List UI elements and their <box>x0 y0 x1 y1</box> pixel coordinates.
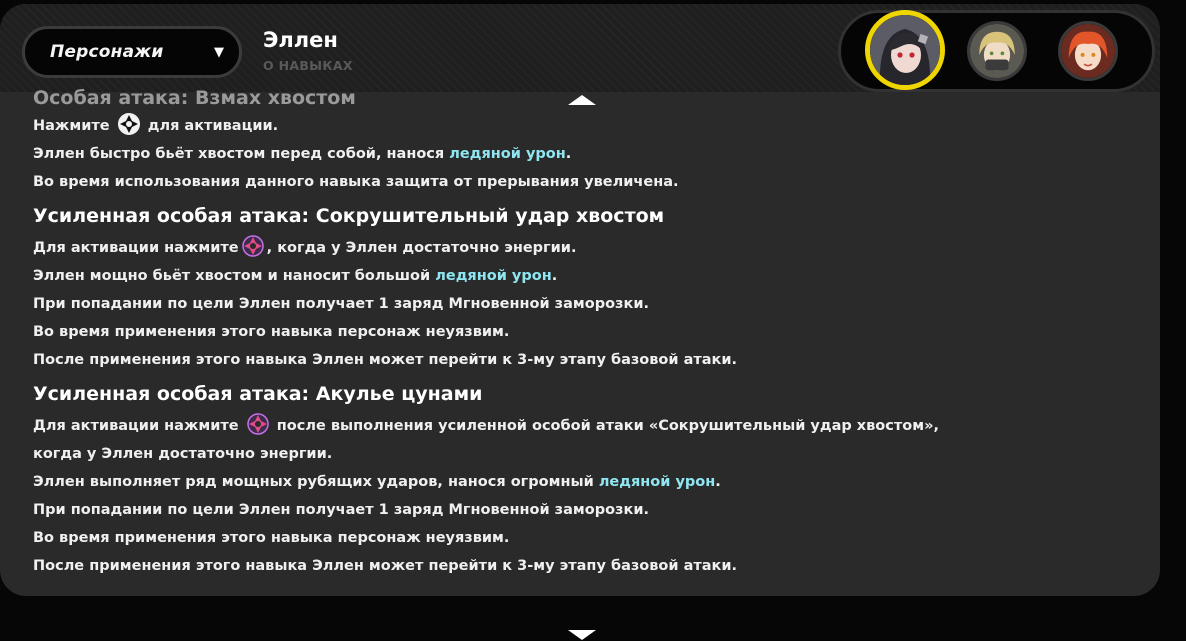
text-line: Нажмите для активации. <box>33 112 1143 140</box>
characters-dropdown[interactable]: Персонажи ▼ <box>22 26 242 78</box>
section-title: Усиленная особая атака: Сокрушительный у… <box>33 205 665 227</box>
avatar-agent-3[interactable] <box>1058 21 1118 81</box>
ellen-portrait-icon <box>870 15 940 85</box>
text-line: Для активации нажмите после выполнения у… <box>33 412 1143 440</box>
page-subtitle: О НАВЫКАХ <box>263 58 353 73</box>
agent-2-portrait-icon <box>970 24 1024 78</box>
dropdown-label: Персонажи <box>50 42 164 62</box>
text-line: Во время использования данного навыка за… <box>33 174 679 190</box>
text-line: При попадании по цели Эллен получает 1 з… <box>33 502 649 518</box>
text-line: Эллен мощно бьёт хвостом и наносит больш… <box>33 268 558 284</box>
text-line: Эллен выполняет ряд мощных рубящих ударо… <box>33 474 721 490</box>
header-bar: Персонажи ▼ Эллен О НАВЫКАХ <box>0 4 1160 92</box>
text-line: После применения этого навыка Эллен може… <box>33 558 738 574</box>
text-line: При попадании по цели Эллен получает 1 з… <box>33 296 649 312</box>
text-line: После применения этого навыка Эллен може… <box>33 352 738 368</box>
agent-3-portrait-icon <box>1061 24 1115 78</box>
text-line: Во время применения этого навыка персона… <box>33 324 510 340</box>
skill-description: Особая атака: Взмах хвостом Нажмите для … <box>33 84 1143 594</box>
text-line: Для активации нажмите , когда у Эллен до… <box>33 234 1143 262</box>
avatar-agent-2[interactable] <box>967 21 1027 81</box>
text-line: Во время применения этого навыка персона… <box>33 530 510 546</box>
character-name: Эллен <box>263 28 338 52</box>
ex-special-attack-button-icon <box>246 412 270 436</box>
caret-down-icon: ▼ <box>214 45 224 60</box>
scroll-down-arrow-icon[interactable] <box>568 630 596 640</box>
ice-damage-highlight: ледяной урон <box>449 146 566 162</box>
section-title: Усиленная особая атака: Акулье цунами <box>33 383 483 405</box>
ex-special-attack-button-icon <box>241 234 265 258</box>
avatar-ellen[interactable] <box>865 10 945 90</box>
special-attack-button-icon <box>117 112 141 136</box>
text-line: Эллен быстро бьёт хвостом перед собой, н… <box>33 146 572 162</box>
character-selector <box>838 10 1155 92</box>
scroll-up-arrow-icon[interactable] <box>568 95 596 105</box>
ice-damage-highlight: ледяной урон <box>598 474 716 490</box>
ice-damage-highlight: ледяной урон <box>435 268 552 284</box>
text-line: когда у Эллен достаточно энергии. <box>33 446 333 462</box>
